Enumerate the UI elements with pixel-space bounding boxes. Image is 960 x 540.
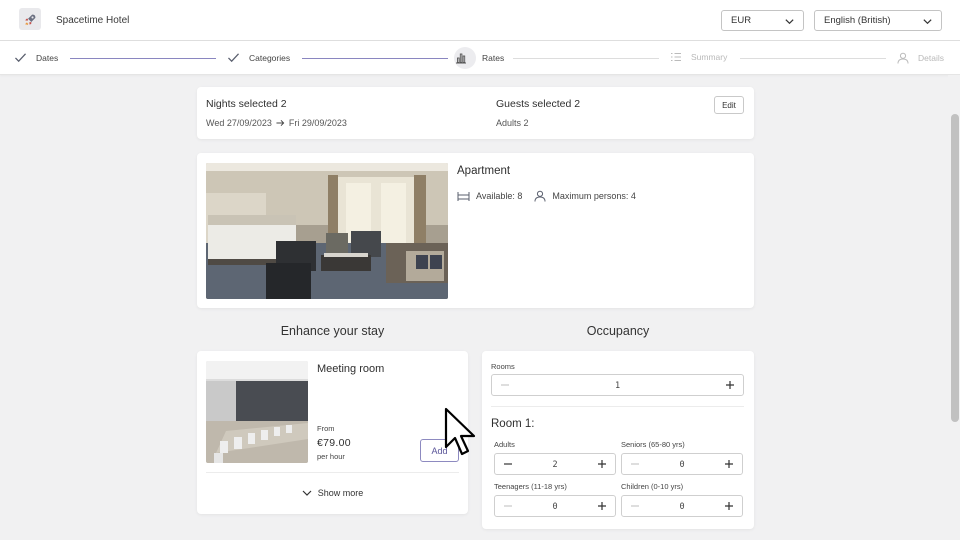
check-icon bbox=[15, 53, 27, 63]
occupancy-card: Rooms 1 Room 1: Adults 2 Seniors (65-80 … bbox=[482, 351, 754, 529]
extra-title: Meeting room bbox=[317, 363, 385, 375]
step-label: Dates bbox=[36, 52, 59, 63]
date-from: Wed 27/09/2023 bbox=[206, 118, 272, 128]
language-value: English (British) bbox=[824, 15, 891, 26]
room-heading: Room 1: bbox=[491, 418, 535, 430]
room-photo[interactable] bbox=[206, 163, 448, 299]
plus-icon[interactable] bbox=[725, 380, 735, 390]
date-range: Wed 27/09/2023 Fri 29/09/2023 bbox=[206, 118, 347, 128]
show-more-label: Show more bbox=[317, 488, 364, 498]
step-connector bbox=[513, 58, 659, 59]
booking-summary-card: Nights selected 2 Wed 27/09/2023 Fri 29/… bbox=[197, 87, 754, 139]
room-card: Apartment Available: 8 Maximum persons: … bbox=[197, 153, 754, 308]
teenagers-label: Teenagers (11-18 yrs) bbox=[494, 482, 567, 491]
chevron-down-icon bbox=[785, 19, 794, 25]
max-persons: Maximum persons: 4 bbox=[552, 191, 636, 201]
show-more-button[interactable]: Show more bbox=[197, 488, 468, 498]
rocket-icon[interactable] bbox=[19, 8, 41, 30]
plus-icon[interactable] bbox=[724, 459, 734, 469]
room-meta: Available: 8 Maximum persons: 4 bbox=[457, 190, 636, 202]
plus-icon[interactable] bbox=[724, 501, 734, 511]
children-label: Children (0-10 yrs) bbox=[621, 482, 684, 491]
nights-selected: Nights selected 2 bbox=[206, 98, 287, 110]
adults-label: Adults bbox=[494, 440, 515, 449]
step-categories[interactable]: Categories bbox=[227, 52, 290, 63]
extra-price: €79.00 bbox=[317, 437, 351, 449]
user-icon bbox=[534, 190, 546, 202]
chevron-down-icon bbox=[923, 19, 932, 25]
divider bbox=[206, 472, 459, 473]
list-icon bbox=[671, 53, 681, 61]
available-count: Available: 8 bbox=[476, 191, 523, 201]
step-details[interactable]: Details bbox=[897, 52, 944, 64]
occupancy-section-title: Occupancy bbox=[586, 324, 650, 338]
extra-service-card: Meeting room From €79.00 per hour Add Sh… bbox=[197, 351, 468, 514]
step-label: Summary bbox=[691, 52, 728, 62]
user-icon bbox=[897, 52, 909, 64]
arrow-right-icon bbox=[276, 119, 285, 127]
edit-button[interactable]: Edit bbox=[714, 96, 744, 114]
chevron-down-icon bbox=[302, 490, 312, 496]
scrollbar-thumb[interactable] bbox=[951, 114, 959, 422]
enhance-section-title: Enhance your stay bbox=[280, 324, 385, 338]
step-label: Categories bbox=[249, 52, 291, 63]
booking-stepper: Dates Categories Rates Summary Details bbox=[0, 41, 960, 75]
seniors-stepper: 0 bbox=[621, 453, 743, 475]
currency-select[interactable]: EUR bbox=[721, 10, 804, 31]
plus-icon[interactable] bbox=[597, 501, 607, 511]
hotel-name[interactable]: Spacetime Hotel bbox=[56, 15, 129, 26]
step-connector bbox=[302, 58, 448, 59]
step-summary[interactable]: Summary bbox=[670, 52, 727, 62]
adults-stepper: 2 bbox=[494, 453, 616, 475]
mouse-cursor-icon bbox=[444, 407, 476, 456]
meeting-room-photo[interactable] bbox=[206, 361, 308, 463]
step-connector bbox=[740, 58, 886, 59]
step-connector bbox=[70, 58, 216, 59]
price-from-label: From bbox=[317, 424, 335, 433]
date-to: Fri 29/09/2023 bbox=[288, 118, 347, 128]
bed-icon bbox=[457, 191, 470, 201]
plus-icon[interactable] bbox=[597, 459, 607, 469]
step-label: Details bbox=[918, 53, 944, 63]
rooms-value[interactable]: 1 bbox=[492, 381, 743, 391]
guests-selected: Guests selected 2 bbox=[496, 98, 581, 110]
step-rates[interactable]: Rates bbox=[454, 47, 504, 69]
step-dates[interactable]: Dates bbox=[14, 52, 58, 63]
rooms-stepper: 1 bbox=[491, 374, 744, 396]
seniors-label: Seniors (65-80 yrs) bbox=[621, 440, 685, 449]
children-stepper: 0 bbox=[621, 495, 743, 517]
step-label: Rates bbox=[482, 53, 505, 63]
currency-value: EUR bbox=[731, 15, 752, 26]
room-title: Apartment bbox=[457, 165, 511, 177]
check-icon bbox=[228, 53, 240, 63]
guests-detail: Adults 2 bbox=[496, 118, 529, 128]
rooms-label: Rooms bbox=[491, 362, 515, 371]
divider bbox=[491, 406, 744, 407]
price-unit: per hour bbox=[317, 452, 345, 461]
language-select[interactable]: English (British) bbox=[814, 10, 942, 31]
bar-chart-icon bbox=[454, 47, 476, 69]
top-header: Spacetime Hotel EUR English (British) bbox=[0, 0, 960, 41]
teenagers-stepper: 0 bbox=[494, 495, 616, 517]
